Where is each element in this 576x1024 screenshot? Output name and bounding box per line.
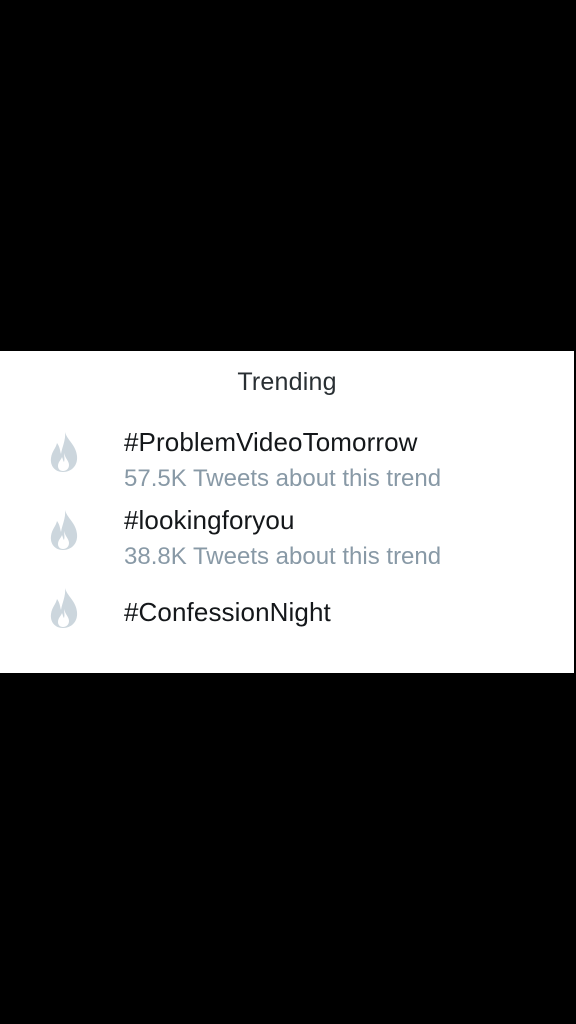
trend-item-confessionnight[interactable]: #ConfessionNight <box>0 579 574 639</box>
panel-title: Trending <box>237 368 337 396</box>
trend-name[interactable]: #lookingforyou <box>124 505 295 536</box>
trending-panel: Trending #ProblemVideoTomorrow 57.5K Twe… <box>0 351 574 673</box>
flame-icon <box>48 431 80 473</box>
flame-icon <box>48 509 80 551</box>
trend-name[interactable]: #ConfessionNight <box>124 597 331 628</box>
flame-icon <box>48 587 80 629</box>
trend-item-lookingforyou[interactable]: #lookingforyou 38.8K Tweets about this t… <box>0 499 574 571</box>
trend-name[interactable]: #ProblemVideoTomorrow <box>124 427 418 458</box>
trend-item-problemvideotomorrow[interactable]: #ProblemVideoTomorrow 57.5K Tweets about… <box>0 421 574 493</box>
trend-tweet-count: 38.8K Tweets about this trend <box>124 543 442 570</box>
trend-tweet-count: 57.5K Tweets about this trend <box>124 465 442 492</box>
